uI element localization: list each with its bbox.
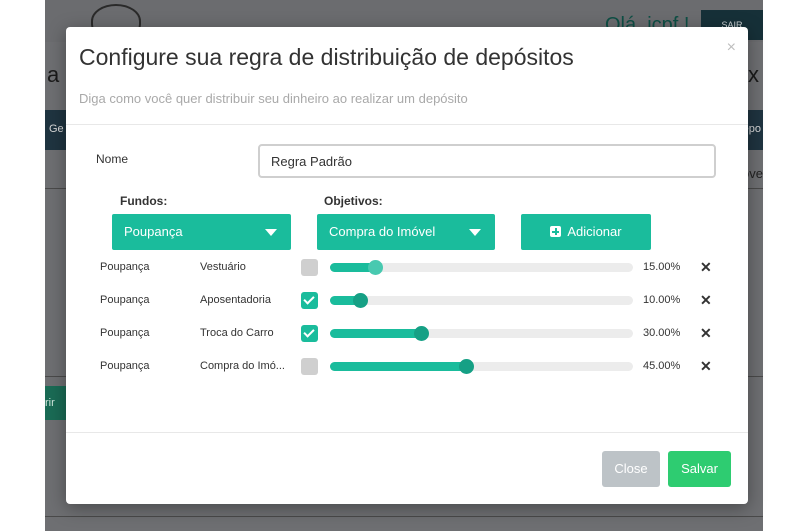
rule-name-input[interactable] — [258, 144, 716, 178]
add-button-label: Adicionar — [567, 224, 622, 239]
plus-square-icon — [550, 226, 562, 237]
rule-percent: 10.00% — [643, 294, 681, 306]
slider-fill — [330, 329, 421, 338]
save-button[interactable]: Salvar — [668, 451, 731, 487]
slider-handle[interactable] — [353, 293, 368, 308]
rule-checkbox[interactable] — [301, 358, 318, 375]
header-divider — [66, 124, 748, 125]
modal-title: Configure sua regra de distribuição de d… — [79, 44, 574, 70]
background-heading-fragment: a — [47, 62, 60, 87]
distribution-rule-modal: Configure sua regra de distribuição de d… — [66, 27, 748, 504]
objetivos-selected-value: Compra do Imóvel — [329, 224, 436, 239]
rule-fundo: Poupança — [100, 294, 150, 306]
rule-checkbox[interactable] — [301, 325, 318, 342]
rule-objetivo: Troca do Carro — [200, 327, 274, 339]
slider-handle[interactable] — [368, 260, 383, 275]
rule-checkbox[interactable] — [301, 259, 318, 276]
rule-row: Poupança Vestuário 15.00% ✕ — [66, 258, 748, 278]
delete-rule-icon[interactable]: ✕ — [700, 325, 712, 342]
close-button[interactable]: Close — [602, 451, 660, 487]
delete-rule-icon[interactable]: ✕ — [700, 292, 712, 309]
rule-fundo: Poupança — [100, 261, 150, 273]
fundos-selected-value: Poupança — [124, 224, 183, 239]
rule-row: Poupança Compra do Imó... 45.00% ✕ — [66, 357, 748, 377]
objetivos-label: Objetivos: — [324, 194, 383, 208]
delete-rule-icon[interactable]: ✕ — [700, 259, 712, 276]
rule-objetivo: Compra do Imó... — [200, 360, 285, 372]
rule-percent: 45.00% — [643, 360, 681, 372]
add-button[interactable]: Adicionar — [521, 214, 651, 250]
fundos-select[interactable]: Poupança — [112, 214, 291, 250]
rule-objetivo: Aposentadoria — [200, 294, 271, 306]
rule-checkbox[interactable] — [301, 292, 318, 309]
background-green-button[interactable]: rir — [45, 386, 67, 420]
percent-slider[interactable] — [330, 293, 633, 308]
slider-fill — [330, 362, 466, 371]
percent-slider[interactable] — [330, 260, 633, 275]
footer-divider — [66, 432, 748, 433]
name-label: Nome — [96, 152, 129, 166]
delete-rule-icon[interactable]: ✕ — [700, 358, 712, 375]
rule-row: Poupança Troca do Carro 30.00% ✕ — [66, 324, 748, 344]
caret-down-icon — [469, 229, 481, 236]
close-icon[interactable]: × — [727, 39, 736, 57]
objetivos-select[interactable]: Compra do Imóvel — [317, 214, 495, 250]
percent-slider[interactable] — [330, 326, 633, 341]
rule-percent: 15.00% — [643, 261, 681, 273]
modal-subtitle: Diga como você quer distribuir seu dinhe… — [79, 91, 468, 106]
percent-slider[interactable] — [330, 359, 633, 374]
fundos-label: Fundos: — [120, 194, 168, 208]
rule-fundo: Poupança — [100, 360, 150, 372]
caret-down-icon — [265, 229, 277, 236]
slider-handle[interactable] — [459, 359, 474, 374]
divider — [45, 516, 763, 517]
background-heading-fragment-right: x — [748, 62, 759, 87]
rule-fundo: Poupança — [100, 327, 150, 339]
slider-handle[interactable] — [414, 326, 429, 341]
nav-item-left[interactable]: Ge — [49, 123, 64, 135]
rule-percent: 30.00% — [643, 327, 681, 339]
rule-row: Poupança Aposentadoria 10.00% ✕ — [66, 291, 748, 311]
rule-objetivo: Vestuário — [200, 261, 246, 273]
